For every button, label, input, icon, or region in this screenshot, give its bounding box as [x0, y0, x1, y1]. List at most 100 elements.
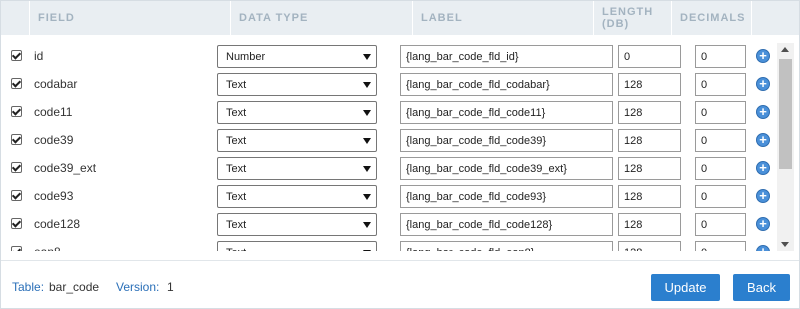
table-row: codabar Text {lang_bar_code_fld_codabar}…: [1, 71, 776, 99]
row-checkbox[interactable]: [11, 246, 22, 251]
plus-circle-icon[interactable]: +: [756, 161, 770, 175]
label-input[interactable]: {lang_bar_code_fld_code93}: [400, 185, 613, 208]
field-name: id: [34, 49, 44, 63]
table-row: code39 Text {lang_bar_code_fld_code39} 1…: [1, 127, 776, 155]
field-name: codabar: [34, 77, 78, 91]
row-checkbox[interactable]: [11, 50, 22, 61]
caret-down-icon: [363, 54, 371, 60]
row-checkbox[interactable]: [11, 106, 22, 117]
plus-circle-icon[interactable]: +: [756, 217, 770, 231]
field-name: code128: [34, 217, 81, 231]
column-header-label: LABEL: [412, 1, 593, 35]
label-input[interactable]: {lang_bar_code_fld_codabar}: [400, 73, 613, 96]
length-input[interactable]: 128: [618, 157, 681, 180]
field-name: code93: [34, 189, 74, 203]
table-name: bar_code: [49, 280, 100, 294]
data-type-value: Text: [226, 107, 247, 119]
table-row: code39_ext Text {lang_bar_code_fld_code3…: [1, 155, 776, 183]
data-type-value: Text: [226, 135, 247, 147]
decimals-input[interactable]: 0: [695, 157, 746, 180]
label-input[interactable]: {lang_bar_code_fld_id}: [400, 45, 613, 68]
length-input[interactable]: 128: [618, 213, 681, 236]
field-name: code11: [34, 105, 73, 119]
vertical-scrollbar[interactable]: [777, 43, 794, 251]
data-type-value: Text: [226, 219, 247, 231]
decimals-input[interactable]: 0: [695, 241, 746, 251]
field-editor-panel: FIELD DATA TYPE LABEL LENGTH (DB) DECIMA…: [0, 0, 800, 309]
field-name: code39_ext: [34, 161, 97, 175]
table-row: code11 Text {lang_bar_code_fld_code11} 1…: [1, 99, 776, 127]
data-type-value: Text: [226, 191, 247, 203]
scrollbar-thumb[interactable]: [779, 59, 792, 169]
plus-circle-icon[interactable]: +: [756, 49, 770, 63]
data-type-value: Text: [226, 247, 246, 251]
caret-down-icon: [363, 222, 371, 228]
data-type-select[interactable]: Number: [217, 45, 377, 68]
back-button[interactable]: Back: [733, 274, 790, 301]
row-checkbox[interactable]: [11, 162, 22, 173]
row-checkbox[interactable]: [11, 78, 22, 89]
update-button[interactable]: Update: [651, 274, 720, 301]
scroll-up-icon[interactable]: [781, 47, 789, 52]
decimals-input[interactable]: 0: [695, 101, 746, 124]
column-header-data-type: DATA TYPE: [230, 1, 412, 35]
table-row: code93 Text {lang_bar_code_fld_code93} 1…: [1, 183, 776, 211]
row-checkbox[interactable]: [11, 134, 22, 145]
column-header-length-line2: (DB): [602, 18, 630, 30]
decimals-input[interactable]: 0: [695, 45, 746, 68]
caret-down-icon: [363, 82, 371, 88]
data-type-select[interactable]: Text: [217, 157, 377, 180]
caret-down-icon: [363, 250, 371, 251]
column-header-actions: [751, 1, 799, 35]
row-checkbox[interactable]: [11, 190, 22, 201]
decimals-input[interactable]: 0: [695, 73, 746, 96]
table-row: id Number {lang_bar_code_fld_id} 0 0 +: [1, 43, 776, 71]
table-row: code128 Text {lang_bar_code_fld_code128}…: [1, 211, 776, 239]
table-label: Table:: [12, 280, 45, 294]
data-type-select[interactable]: Text: [217, 129, 377, 152]
label-input[interactable]: {lang_bar_code_fld_code39_ext}: [400, 157, 613, 180]
scroll-down-icon[interactable]: [781, 242, 789, 247]
plus-circle-icon[interactable]: +: [756, 77, 770, 91]
data-type-select[interactable]: Text: [217, 213, 377, 236]
data-type-value: Number: [226, 51, 266, 63]
decimals-input[interactable]: 0: [695, 213, 746, 236]
label-input[interactable]: {lang_bar_code_fld_code39}: [400, 129, 613, 152]
data-type-select[interactable]: Text: [217, 241, 377, 251]
plus-circle-icon[interactable]: +: [756, 189, 770, 203]
column-header-length: LENGTH (DB): [593, 1, 671, 35]
data-type-select[interactable]: Text: [217, 73, 377, 96]
caret-down-icon: [363, 138, 371, 144]
data-type-value: Text: [226, 79, 247, 91]
footer-bar: Table: bar_code Version: 1 Update Back: [1, 260, 799, 308]
table-row: ean8 Text {lang_bar_code_fld_ean8} 128 0…: [1, 239, 776, 251]
data-type-select[interactable]: Text: [217, 185, 377, 208]
plus-circle-icon[interactable]: +: [756, 245, 770, 251]
data-type-value: Text: [226, 163, 247, 175]
caret-down-icon: [363, 110, 371, 116]
plus-circle-icon[interactable]: +: [756, 105, 770, 119]
label-input[interactable]: {lang_bar_code_fld_ean8}: [400, 241, 613, 251]
label-input[interactable]: {lang_bar_code_fld_code128}: [400, 213, 613, 236]
column-header-length-line1: LENGTH: [602, 6, 654, 18]
field-name: ean8: [34, 245, 61, 251]
row-checkbox[interactable]: [11, 218, 22, 229]
decimals-input[interactable]: 0: [695, 129, 746, 152]
column-header-decimals: DECIMALS: [671, 1, 751, 35]
caret-down-icon: [363, 166, 371, 172]
label-input[interactable]: {lang_bar_code_fld_code11}: [400, 101, 613, 124]
version-label: Version:: [116, 280, 160, 294]
field-rows: id Number {lang_bar_code_fld_id} 0 0 + c…: [1, 43, 776, 251]
length-input[interactable]: 128: [618, 73, 681, 96]
length-input[interactable]: 128: [618, 241, 681, 251]
decimals-input[interactable]: 0: [695, 185, 746, 208]
column-header-field: FIELD: [29, 1, 230, 35]
caret-down-icon: [363, 194, 371, 200]
length-input[interactable]: 128: [618, 101, 681, 124]
length-input[interactable]: 0: [618, 45, 681, 68]
table-header: FIELD DATA TYPE LABEL LENGTH (DB) DECIMA…: [1, 1, 799, 35]
data-type-select[interactable]: Text: [217, 101, 377, 124]
length-input[interactable]: 128: [618, 185, 681, 208]
length-input[interactable]: 128: [618, 129, 681, 152]
plus-circle-icon[interactable]: +: [756, 133, 770, 147]
